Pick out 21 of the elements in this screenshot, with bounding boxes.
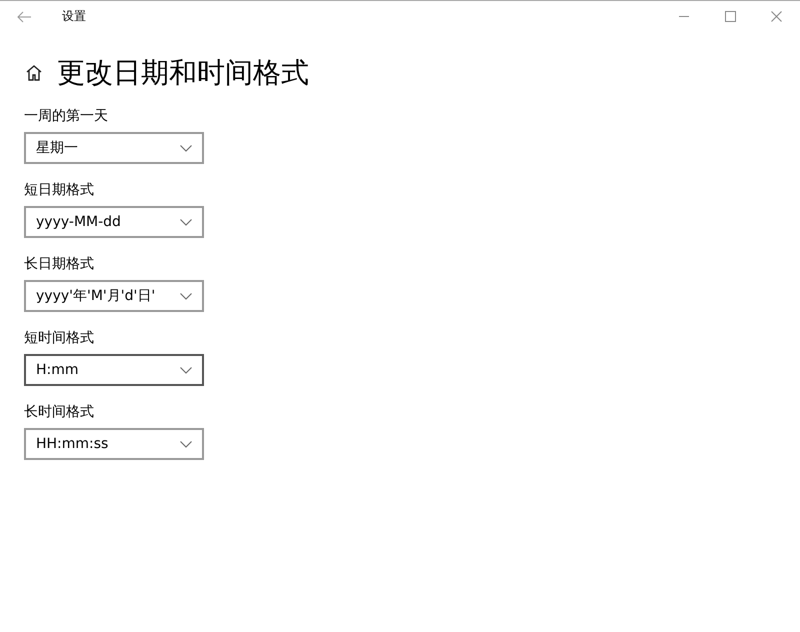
window-title: 设置 [62,8,86,25]
dropdown[interactable]: H:mm [24,354,204,386]
setting-label: 短日期格式 [24,181,95,200]
dropdown[interactable]: yyyy'年'M'月'd'日' [24,280,204,312]
setting-label: 短时间格式 [24,329,95,348]
dropdown[interactable]: HH:mm:ss [24,428,204,460]
setting-label: 长时间格式 [24,403,95,422]
setting-label: 长日期格式 [24,255,95,274]
dropdown[interactable]: 星期一 [24,132,204,164]
back-icon[interactable] [17,10,31,22]
dropdown[interactable]: yyyy-MM-dd [24,206,204,238]
page-title: 更改日期和时间格式 [57,55,309,91]
chevron-icon [180,440,192,448]
home-icon[interactable] [25,64,43,82]
chevron-icon [180,144,192,152]
chevron-icon [180,366,192,374]
close-icon[interactable] [771,11,782,22]
setting-label: 一周的第一天 [24,107,109,126]
chevron-icon [180,218,192,226]
maximize-icon[interactable] [725,11,736,22]
chevron-icon [180,292,192,300]
